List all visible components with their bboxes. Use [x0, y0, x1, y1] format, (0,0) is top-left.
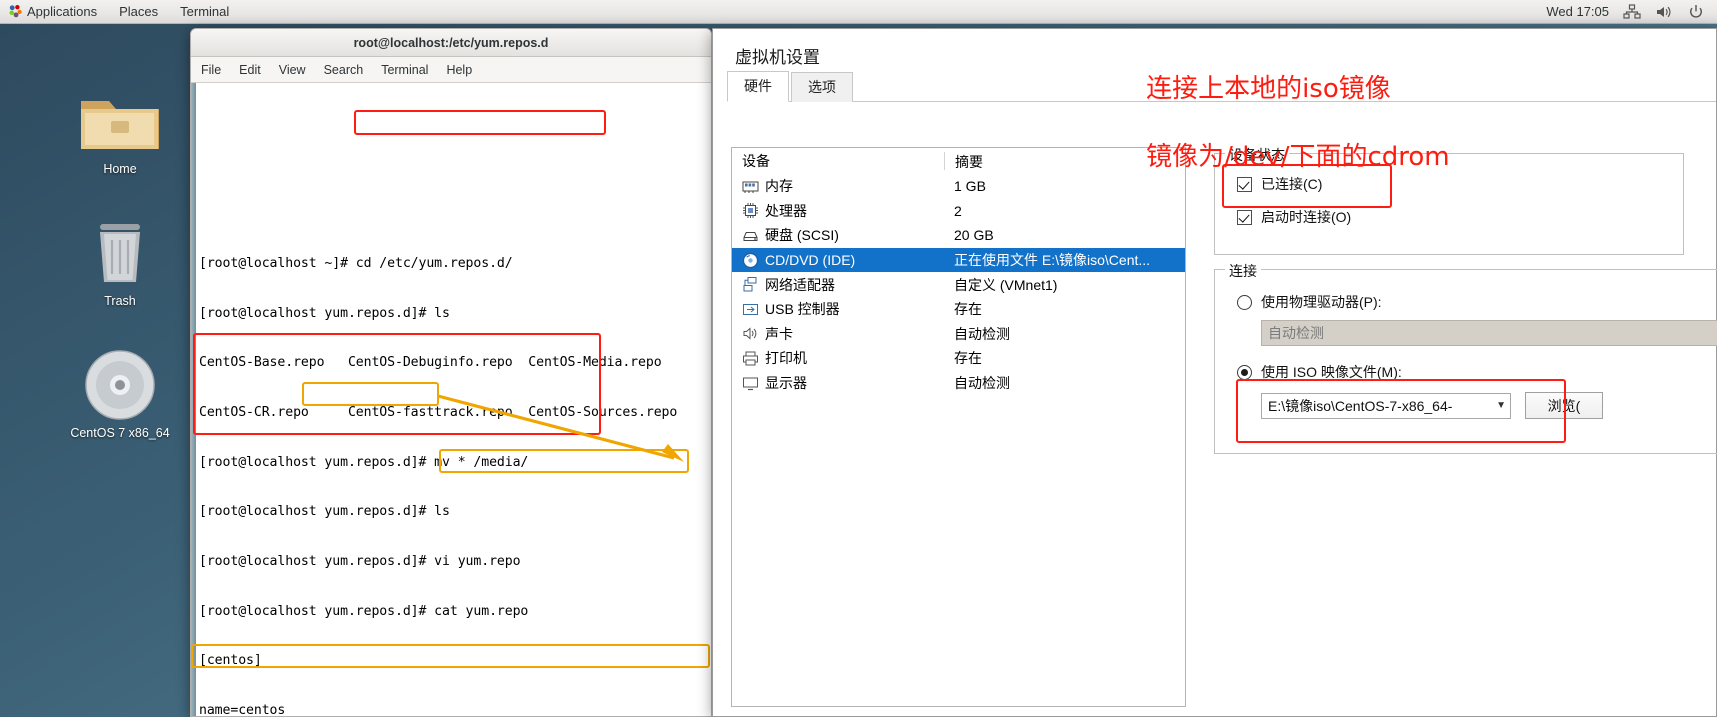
- terminal-body[interactable]: [root@localhost ~]# cd /etc/yum.repos.d/…: [191, 83, 711, 716]
- memory-icon: [742, 178, 759, 195]
- annotation-box-sr0-row: [191, 644, 710, 668]
- annotation-box-mount-command: [439, 449, 689, 473]
- cpu-icon: [742, 202, 759, 219]
- network-icon[interactable]: [1623, 3, 1641, 20]
- terminal-line: [root@localhost ~]# cd /etc/yum.repos.d/: [199, 256, 513, 272]
- terminal-menu[interactable]: Terminal: [180, 4, 229, 19]
- annotation-note: 连接上本地的iso镜像 镜像为/dev/下面的cdrom: [1113, 38, 1450, 208]
- annotation-note-line2: 镜像为/dev/下面的cdrom: [1146, 142, 1450, 172]
- desktop-icons: Home Trash CentOS 7 x86_64: [60, 84, 180, 480]
- device-list[interactable]: 设备 摘要 内存 1 GB 处理器 2 硬盘 (SCSI) 20 GB CD/D…: [731, 147, 1186, 707]
- terminal-line: [root@localhost yum.repos.d]# ls: [199, 504, 450, 520]
- physical-drive-select: 自动检测: [1261, 320, 1717, 346]
- terminal-titlebar[interactable]: root@localhost:/etc/yum.repos.d: [191, 29, 711, 57]
- device-name: 网络适配器: [765, 276, 835, 293]
- top-panel-status-area: Wed 17:05: [1546, 3, 1717, 20]
- device-name: USB 控制器: [765, 301, 840, 318]
- folder-icon: [60, 84, 180, 158]
- device-name: 硬盘 (SCSI): [765, 227, 839, 244]
- desktop-icon-centos-disc[interactable]: CentOS 7 x86_64: [60, 348, 180, 440]
- device-row-network-adapter[interactable]: 网络适配器 自定义 (VMnet1): [732, 272, 1185, 297]
- terminal-window: root@localhost:/etc/yum.repos.d File Edi…: [190, 28, 712, 717]
- menu-search[interactable]: Search: [324, 63, 364, 77]
- device-column-header: 设备: [742, 153, 770, 169]
- terminal-line: [root@localhost yum.repos.d]# vi yum.rep…: [199, 553, 521, 569]
- clock[interactable]: Wed 17:05: [1546, 4, 1609, 19]
- optical-disc-icon: [60, 348, 180, 422]
- device-name: 处理器: [765, 202, 807, 219]
- screen: Applications Places Terminal Wed 17:05 H…: [0, 0, 1717, 717]
- device-row-printer[interactable]: 打印机 存在: [732, 346, 1185, 371]
- device-name: CD/DVD (IDE): [765, 252, 856, 269]
- device-row-sound-card[interactable]: 声卡 自动检测: [732, 322, 1185, 347]
- annotation-box-baseurl: [302, 382, 439, 406]
- desktop-icon-trash[interactable]: Trash: [60, 216, 180, 308]
- menu-view[interactable]: View: [279, 63, 306, 77]
- terminal-line: name=centos: [199, 702, 286, 716]
- gnome-top-panel: Applications Places Terminal Wed 17:05: [0, 0, 1717, 24]
- device-row-harddisk[interactable]: 硬盘 (SCSI) 20 GB: [732, 223, 1185, 248]
- cddvd-icon: [742, 252, 759, 269]
- printer-icon: [742, 350, 759, 367]
- connect-at-power-on-checkbox-row[interactable]: 启动时连接(O): [1237, 207, 1683, 227]
- usb-icon: [742, 301, 759, 318]
- applications-menu[interactable]: Applications: [8, 4, 97, 19]
- network-adapter-icon: [742, 276, 759, 293]
- terminal-line: [root@localhost yum.repos.d]# cat yum.re…: [199, 603, 529, 619]
- annotation-box-iso-path: [1236, 379, 1566, 443]
- desktop-icon-home[interactable]: Home: [60, 84, 180, 176]
- terminal-menubar: File Edit View Search Terminal Help: [191, 57, 711, 83]
- menu-terminal[interactable]: Terminal: [381, 63, 428, 77]
- desktop-icon-home-label: Home: [103, 162, 137, 176]
- device-summary: 正在使用文件 E:\镜像iso\Cent...: [954, 252, 1151, 269]
- device-row-usb-controller[interactable]: USB 控制器 存在: [732, 297, 1185, 322]
- device-row-cddvd[interactable]: CD/DVD (IDE) 正在使用文件 E:\镜像iso\Cent...: [732, 247, 1185, 273]
- menu-file[interactable]: File: [201, 63, 221, 77]
- annotation-note-line1: 连接上本地的iso镜像: [1146, 74, 1391, 104]
- use-physical-drive-radio-row[interactable]: 使用物理驱动器(P):: [1237, 292, 1717, 312]
- sound-icon: [742, 325, 759, 342]
- physical-drive-value: 自动检测: [1268, 325, 1324, 341]
- menu-edit[interactable]: Edit: [239, 63, 261, 77]
- places-menu[interactable]: Places: [119, 4, 158, 19]
- device-name: 内存: [765, 178, 793, 195]
- connect-at-power-on-label: 启动时连接(O): [1261, 209, 1352, 225]
- terminal-line: [root@localhost yum.repos.d]# ls: [199, 305, 450, 321]
- annotation-box-cd-command: [354, 110, 606, 135]
- tab-options[interactable]: 选项: [791, 72, 853, 102]
- menu-help[interactable]: Help: [446, 63, 472, 77]
- cddvd-settings-panel: 设备状态 已连接(C) 启动时连接(O) 连接 使用物理驱动器(P): 自动检测…: [1208, 137, 1717, 716]
- connection-legend: 连接: [1225, 261, 1261, 281]
- device-summary: 存在: [954, 350, 982, 367]
- terminal-title-text: root@localhost:/etc/yum.repos.d: [353, 35, 549, 50]
- display-icon: [742, 375, 759, 392]
- device-row-display[interactable]: 显示器 自动检测: [732, 371, 1185, 396]
- desktop-icon-centos-disc-label: CentOS 7 x86_64: [70, 426, 170, 440]
- device-summary: 自动检测: [954, 325, 1010, 342]
- use-physical-drive-radio[interactable]: [1237, 294, 1252, 310]
- device-summary: 自动检测: [954, 375, 1010, 392]
- device-name: 显示器: [765, 375, 807, 392]
- use-physical-drive-label: 使用物理驱动器(P):: [1261, 294, 1382, 310]
- device-summary: 20 GB: [954, 227, 994, 244]
- gnome-foot-icon: [8, 4, 23, 19]
- tab-hardware[interactable]: 硬件: [727, 71, 789, 102]
- power-icon[interactable]: [1687, 4, 1705, 20]
- device-name: 打印机: [765, 350, 807, 367]
- device-name: 声卡: [765, 325, 793, 342]
- use-iso-image-radio[interactable]: [1237, 364, 1252, 380]
- trash-icon: [60, 216, 180, 290]
- vm-dialog-content: 设备 摘要 内存 1 GB 处理器 2 硬盘 (SCSI) 20 GB CD/D…: [713, 137, 1717, 716]
- connect-at-power-on-checkbox[interactable]: [1237, 209, 1252, 225]
- applications-menu-label: Applications: [27, 4, 98, 19]
- device-summary: 自定义 (VMnet1): [954, 276, 1058, 293]
- volume-icon[interactable]: [1655, 4, 1673, 20]
- device-summary: 存在: [954, 301, 982, 318]
- top-panel-menus: Applications Places Terminal: [0, 4, 229, 19]
- desktop-icon-trash-label: Trash: [104, 294, 136, 308]
- harddisk-icon: [742, 227, 759, 244]
